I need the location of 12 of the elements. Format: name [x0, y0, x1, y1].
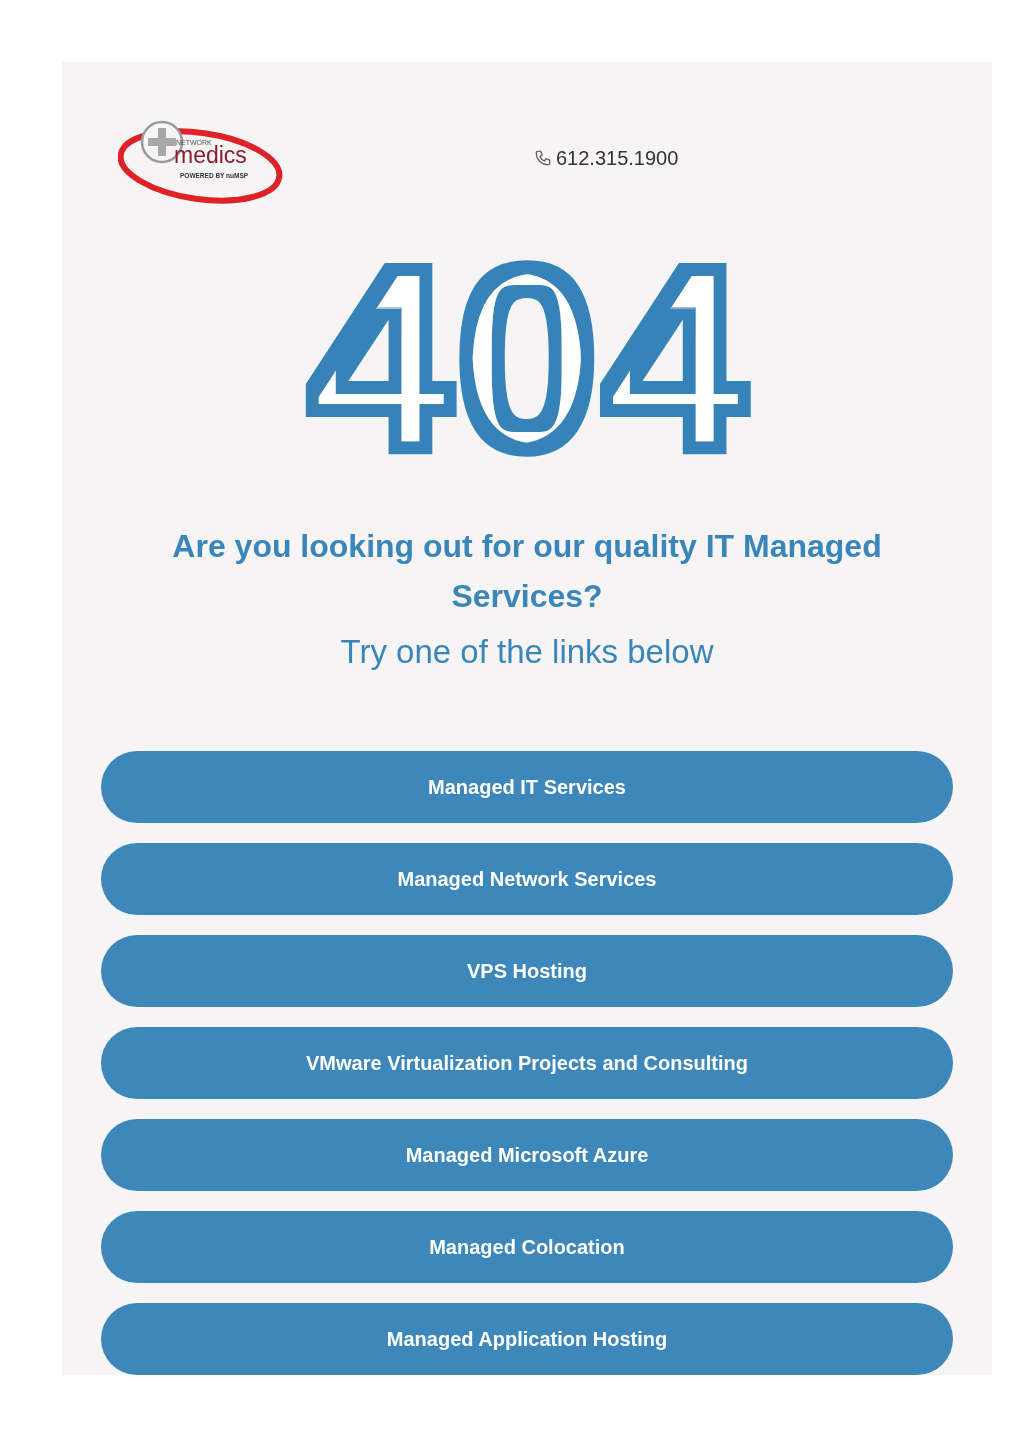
- error-code: 404: [306, 238, 748, 466]
- phone-number[interactable]: 612.315.1900: [556, 146, 679, 170]
- headline: Are you looking out for our quality IT Managed Services?: [171, 527, 883, 616]
- link-button[interactable]: VMware Virtualization Projects and Consulting: [101, 1027, 953, 1099]
- phone-icon: [534, 149, 552, 167]
- subheadline: Try one of the links below: [340, 633, 714, 671]
- link-button[interactable]: Managed Microsoft Azure: [101, 1119, 953, 1191]
- link-button[interactable]: Managed Colocation: [101, 1211, 953, 1283]
- link-button[interactable]: Managed IT Services: [101, 751, 953, 823]
- link-button[interactable]: VPS Hosting: [101, 935, 953, 1007]
- link-button[interactable]: Managed Network Services: [101, 843, 953, 915]
- link-button[interactable]: Managed Application Hosting: [101, 1303, 953, 1375]
